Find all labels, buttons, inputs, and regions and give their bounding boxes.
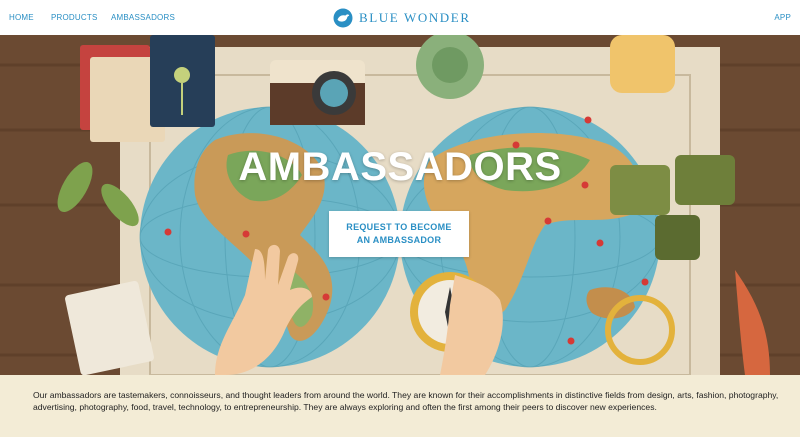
- top-navbar: HOME PRODUCTS AMBASSADORS BLUE WONDER AP…: [0, 0, 800, 35]
- brand-name: BLUE WONDER: [359, 10, 471, 25]
- brand-bird-icon: [333, 8, 353, 28]
- request-ambassador-button[interactable]: REQUEST TO BECOME AN AMBASSADOR: [329, 211, 469, 257]
- nav-home-link[interactable]: HOME: [9, 13, 34, 22]
- intro-paragraph: Our ambassadors are tastemakers, connois…: [33, 390, 779, 413]
- page-title: AMBASSADORS: [238, 145, 562, 189]
- nav-ambassadors-link[interactable]: AMBASSADORS: [111, 13, 175, 22]
- brand-logo-link[interactable]: BLUE WONDER: [333, 7, 471, 29]
- nav-app-link[interactable]: APP: [774, 13, 791, 22]
- cta-label-line1: REQUEST TO BECOME: [346, 222, 452, 232]
- intro-section: Our ambassadors are tastemakers, connois…: [0, 375, 800, 437]
- hero-banner: AMBASSADORS REQUEST TO BECOME AN AMBASSA…: [0, 35, 800, 375]
- nav-products-link[interactable]: PRODUCTS: [51, 13, 98, 22]
- hero-illustration: [0, 35, 800, 375]
- cta-label-line2: AN AMBASSADOR: [356, 235, 442, 245]
